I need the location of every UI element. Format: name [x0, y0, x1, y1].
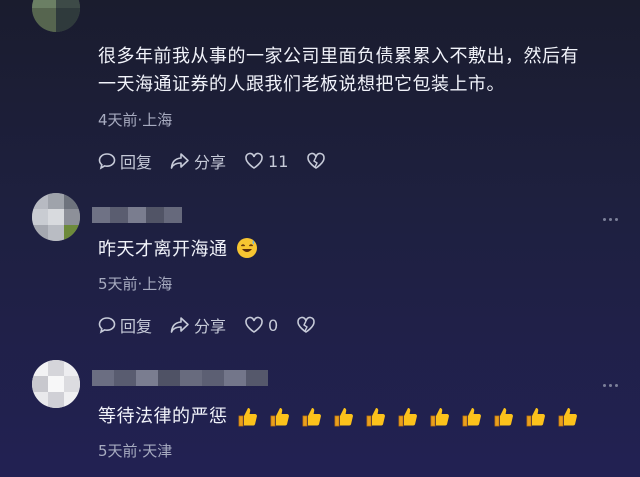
more-options-icon[interactable]: [603, 384, 618, 387]
thumbs-up-emoji: [396, 405, 420, 429]
thumbs-up-emoji: [364, 405, 388, 429]
share-button[interactable]: 分享: [170, 149, 226, 173]
grinning-sweat-emoji: [236, 238, 257, 258]
more-options-icon[interactable]: [603, 218, 618, 221]
heart-icon: [245, 316, 263, 333]
avatar[interactable]: [32, 0, 80, 32]
thumbs-up-emoji: [460, 405, 484, 429]
username-redacted: [92, 370, 268, 386]
reply-button[interactable]: 回复: [98, 149, 152, 173]
thumbs-up-emoji: [556, 405, 580, 429]
thumbs-up-emoji: [492, 405, 516, 429]
comment-text: 很多年前我从事的一家公司里面负债累累入不敷出，然后有 一天海通证券的人跟我们老板…: [98, 46, 579, 95]
reply-button[interactable]: 回复: [98, 313, 152, 337]
thumbs-up-emoji-row: [236, 405, 588, 429]
share-icon: [170, 317, 189, 333]
thumbs-up-emoji: [268, 405, 292, 429]
dislike-button[interactable]: [296, 316, 320, 334]
broken-heart-icon: [297, 316, 316, 333]
like-count: 0: [268, 315, 279, 335]
dislike-button[interactable]: [306, 152, 330, 170]
like-button[interactable]: 0: [244, 316, 278, 335]
share-button[interactable]: 分享: [170, 313, 226, 337]
comment-text: 等待法律的严惩: [98, 403, 620, 431]
heart-icon: [245, 152, 263, 169]
comment-meta: 5天前·上海: [98, 275, 173, 293]
username-redacted: [92, 207, 182, 223]
thumbs-up-emoji: [332, 405, 356, 429]
like-count: 11: [268, 151, 289, 171]
reply-icon: [98, 317, 116, 334]
thumbs-up-emoji: [428, 405, 452, 429]
comment-meta: 5天前·天津: [98, 442, 173, 460]
avatar[interactable]: [32, 360, 80, 408]
comment-actions: 回复 分享 0: [98, 313, 338, 337]
comment-meta: 4天前·上海: [98, 111, 173, 129]
comment-text: 昨天才离开海通: [98, 236, 620, 264]
like-button[interactable]: 11: [244, 152, 288, 171]
avatar[interactable]: [32, 193, 80, 241]
thumbs-up-emoji: [300, 405, 324, 429]
thumbs-up-emoji: [524, 405, 548, 429]
share-icon: [170, 153, 189, 169]
reply-icon: [98, 153, 116, 170]
broken-heart-icon: [307, 152, 326, 169]
thumbs-up-emoji: [236, 405, 260, 429]
comment-actions: 回复 分享 11: [98, 149, 348, 173]
